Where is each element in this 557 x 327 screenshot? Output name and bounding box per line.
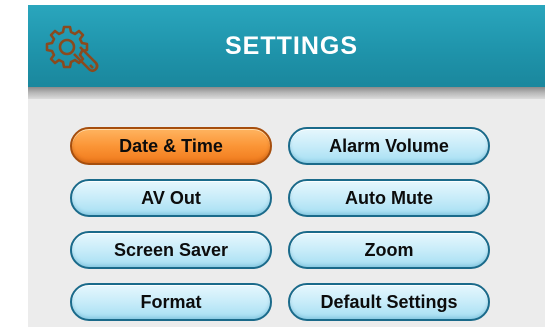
zoom-button[interactable]: Zoom: [288, 231, 490, 269]
auto-mute-button[interactable]: Auto Mute: [288, 179, 490, 217]
alarm-volume-button[interactable]: Alarm Volume: [288, 127, 490, 165]
screen-saver-button[interactable]: Screen Saver: [70, 231, 272, 269]
format-button[interactable]: Format: [70, 283, 272, 321]
default-settings-button[interactable]: Default Settings: [288, 283, 490, 321]
date-time-button[interactable]: Date & Time: [70, 127, 272, 165]
right-margin: [545, 0, 557, 327]
header-divider: [28, 87, 545, 99]
settings-screen: SETTINGS Date & Time Alarm Volume AV Out…: [28, 5, 545, 327]
header-bar: SETTINGS: [28, 5, 545, 87]
page-title: SETTINGS: [224, 32, 358, 60]
av-out-button[interactable]: AV Out: [70, 179, 272, 217]
